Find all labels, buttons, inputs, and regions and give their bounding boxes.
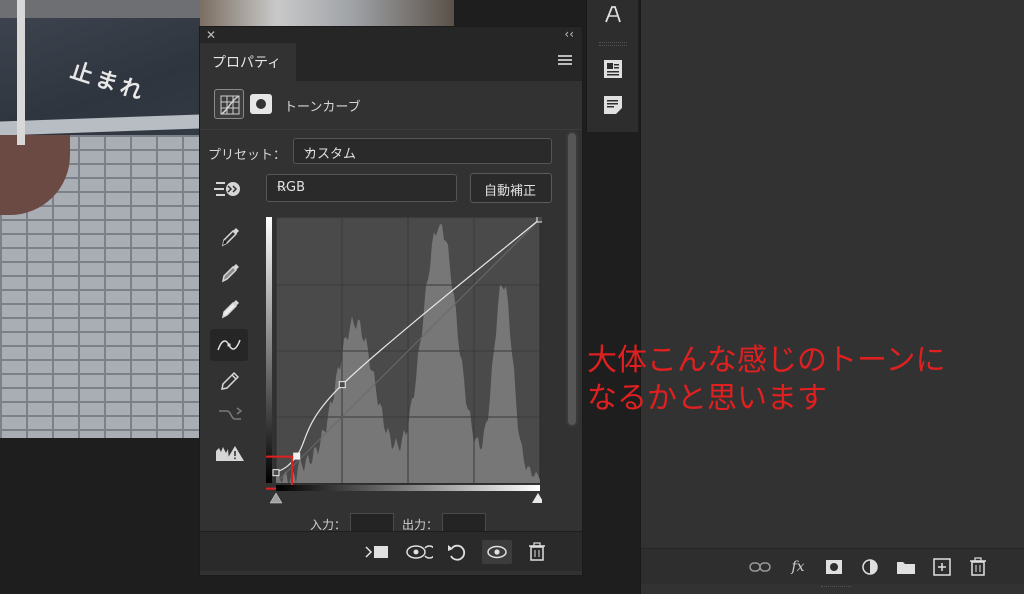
properties-panel: ✕ ‹‹ プロパティ トーンカーブ プリセット： カスタム ⌵ RGB ⌵ 自動… — [199, 26, 583, 576]
annotation-text: 大体こんな感じのトーンに なるかと思います — [587, 342, 946, 418]
input-gradient-bar — [276, 485, 540, 491]
new-layer-icon[interactable] — [929, 555, 955, 579]
preset-dropdown[interactable]: カスタム ⌵ — [293, 138, 552, 164]
pencil-icon[interactable] — [212, 365, 248, 397]
curves-graph-svg[interactable] — [259, 215, 544, 507]
layers-grip[interactable] — [821, 586, 851, 590]
curve-control-point[interactable] — [293, 452, 301, 460]
panel-menu-icon[interactable] — [558, 55, 572, 65]
trash-icon[interactable] — [522, 540, 552, 564]
curves-graph[interactable] — [259, 215, 544, 504]
close-panel-button[interactable]: ✕ — [206, 28, 216, 42]
fx-button[interactable]: fx — [785, 555, 811, 579]
add-mask-icon[interactable] — [821, 555, 847, 579]
eyedropper-white-icon[interactable] — [212, 291, 248, 323]
chevron-down-icon: ⌵ — [304, 143, 314, 158]
panel-tab-row: プロパティ — [200, 43, 582, 81]
side-tool-strip — [586, 0, 638, 132]
visibility-eye-icon[interactable] — [482, 540, 512, 564]
canvas-photo-top — [200, 0, 454, 26]
notes-panel-icon[interactable] — [601, 94, 625, 116]
input-field[interactable] — [350, 513, 394, 533]
auto-button-label: 自動補正 — [484, 184, 537, 199]
annotation-line-1: 大体こんな感じのトーンに — [587, 343, 946, 378]
preset-label: プリセット： — [208, 148, 287, 163]
adjustment-name: トーンカーブ — [284, 100, 361, 115]
auto-button[interactable]: 自動補正 — [470, 173, 552, 203]
adjustment-layer-icon[interactable] — [857, 555, 883, 579]
folder-icon[interactable] — [893, 555, 919, 579]
layers-footer: fx — [641, 548, 1024, 584]
tab-properties-label: プロパティ — [212, 55, 282, 71]
collapse-panel-button[interactable]: ‹‹ — [564, 27, 574, 41]
panel-titlebar: ✕ ‹‹ — [200, 27, 582, 43]
eyedropper-black-icon[interactable] — [212, 219, 248, 251]
chevron-down-icon: ⌵ — [277, 180, 287, 195]
divider — [200, 129, 582, 130]
channel-dropdown[interactable]: RGB ⌵ — [266, 174, 457, 202]
curve-control-point[interactable] — [338, 381, 346, 389]
panel-scrollbar[interactable] — [566, 131, 578, 427]
output-gradient-bar — [266, 217, 272, 483]
smooth-curve-icon[interactable] — [212, 399, 248, 431]
panel-bottom-bar — [200, 531, 582, 571]
photo-building-strip — [0, 0, 200, 18]
scrollbar-thumb[interactable] — [568, 133, 576, 425]
curve-point-tool-icon[interactable] — [210, 329, 248, 361]
curve-control-point[interactable] — [272, 469, 280, 477]
link-layers-icon[interactable] — [747, 555, 773, 579]
character-panel-icon[interactable] — [601, 4, 625, 26]
canvas-photo: 止まれ — [0, 0, 200, 438]
tab-properties[interactable]: プロパティ — [200, 43, 296, 81]
clipping-warning-icon[interactable] — [212, 437, 248, 469]
white-point-slider — [532, 493, 544, 503]
mask-icon[interactable] — [250, 94, 272, 114]
delete-layer-icon[interactable] — [965, 555, 991, 579]
curves-adjustment-icon[interactable] — [214, 89, 244, 119]
target-adjustment-icon[interactable] — [214, 178, 244, 200]
layers-panel: fx — [640, 0, 1024, 594]
paragraph-panel-icon[interactable] — [601, 58, 625, 80]
black-point-slider — [269, 492, 283, 504]
eyedropper-gray-icon[interactable] — [212, 255, 248, 287]
view-previous-state-icon[interactable] — [404, 540, 434, 564]
adjustment-header: トーンカーブ — [214, 89, 514, 121]
annotation-line-2: なるかと思います — [587, 381, 827, 416]
photo-pole — [17, 0, 25, 145]
reset-icon[interactable] — [442, 540, 472, 564]
curve-control-point[interactable] — [536, 215, 544, 223]
strip-grip[interactable] — [599, 42, 627, 46]
output-field[interactable] — [442, 513, 486, 533]
clip-to-layer-icon[interactable] — [362, 540, 392, 564]
